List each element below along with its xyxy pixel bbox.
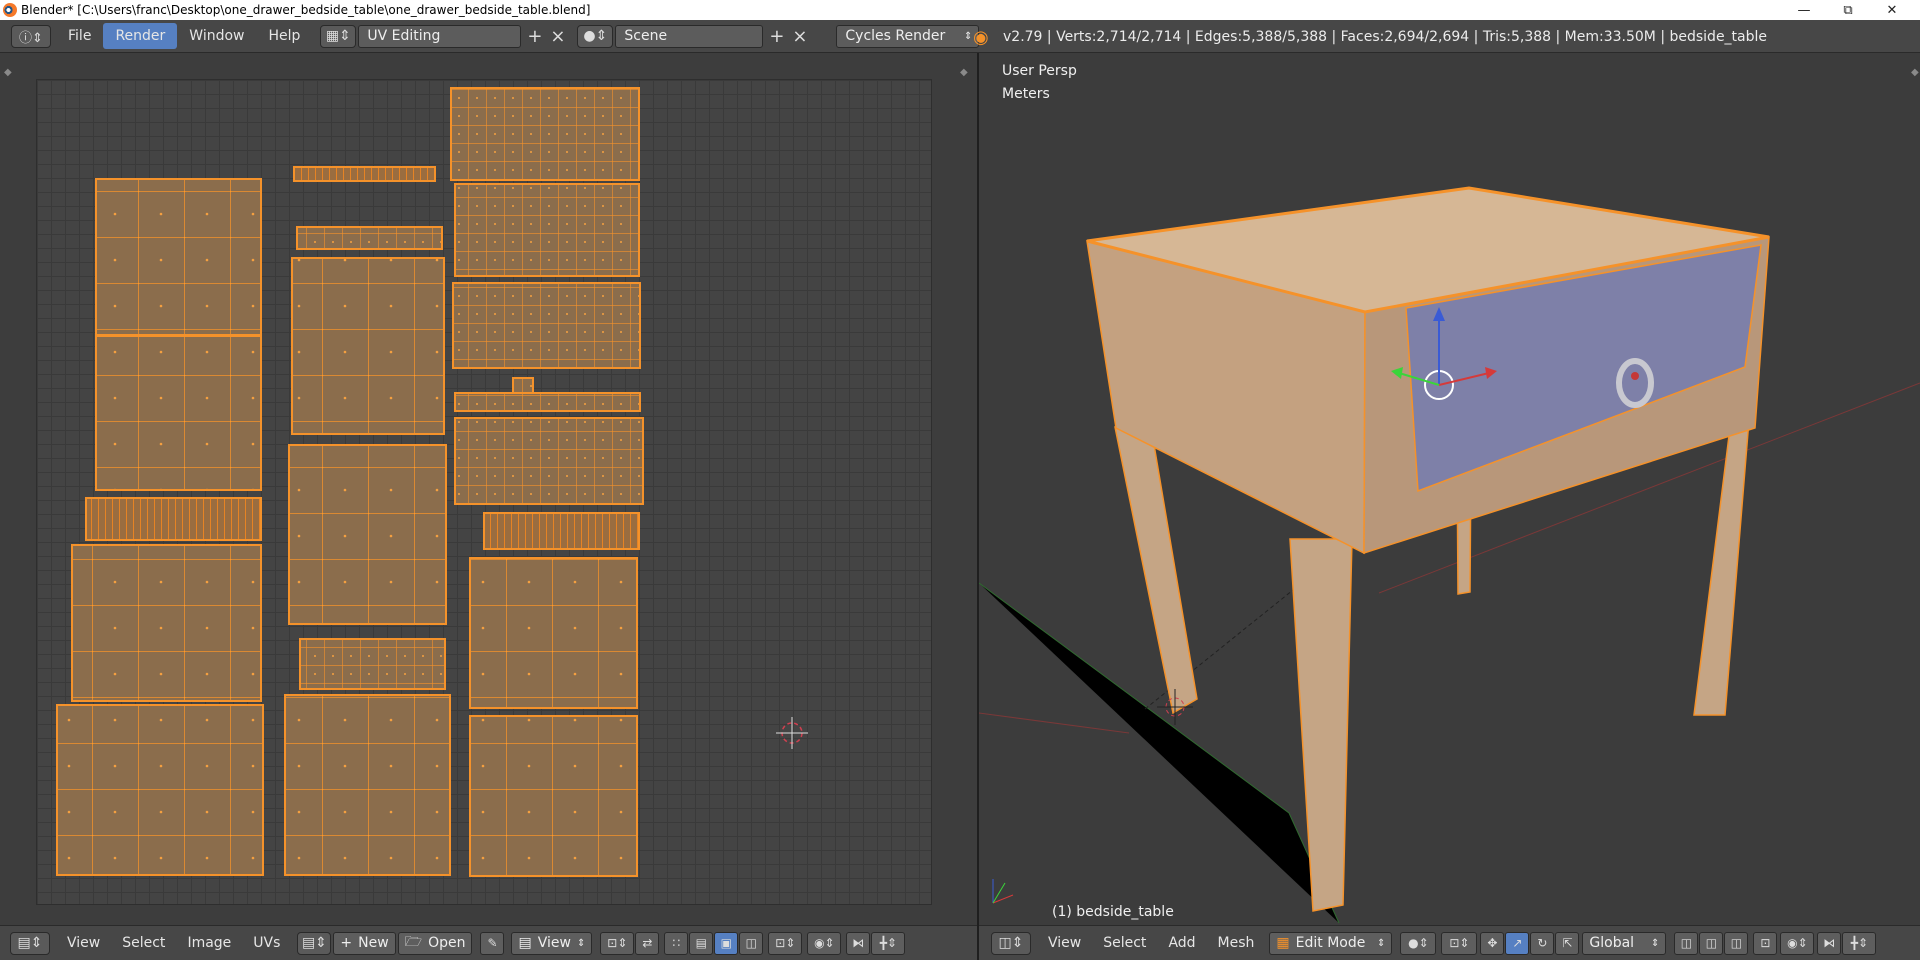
scene-field[interactable]: Scene — [615, 24, 764, 48]
viewport-menu-view[interactable]: View — [1037, 935, 1092, 951]
close-icon[interactable]: ✕ — [1872, 0, 1912, 20]
open-image-button[interactable]: 🗁 Open — [397, 931, 473, 955]
cube-icon: ◫⇕ — [998, 935, 1024, 951]
view-mode-icon: ▤ — [518, 935, 532, 951]
menu-window[interactable]: Window — [177, 20, 256, 53]
mode-value: Edit Mode — [1295, 935, 1366, 951]
2d-cursor-icon[interactable] — [776, 717, 808, 749]
dropdown-arrows-icon: ⇕ — [964, 30, 973, 42]
vertex-select-mode-icon[interactable]: ◫ — [1674, 931, 1699, 955]
screen-layout-field[interactable]: UV Editing — [358, 24, 522, 48]
uv-menu-view[interactable]: View — [56, 935, 111, 951]
view-mode-dropdown[interactable]: ▤ View ⇕ — [511, 931, 593, 955]
dropdown-arrows-icon: ⇕ — [1377, 937, 1386, 949]
dropdown-arrows-icon: ⇕ — [1651, 937, 1660, 949]
pin-icon[interactable]: ✎ — [480, 931, 505, 955]
scene-icon: ●⇕ — [583, 28, 608, 44]
add-scene-icon[interactable]: + — [765, 25, 788, 48]
uv-islands[interactable] — [0, 53, 977, 925]
active-object-label: (1) bedside_table — [1052, 904, 1174, 920]
add-screen-icon[interactable]: + — [523, 25, 546, 48]
folder-icon: 🗁 — [404, 934, 423, 950]
viewport-menu-add[interactable]: Add — [1157, 935, 1206, 951]
image-icon: ▤⇕ — [301, 935, 327, 951]
edit-mode-icon: ▦ — [1276, 935, 1290, 951]
menu-render[interactable]: Render — [103, 23, 178, 49]
snap-icon[interactable]: ⧑ — [846, 931, 871, 955]
browse-image-button[interactable]: ▤⇕ — [297, 931, 332, 955]
pivot-center-icon[interactable]: ⊡⇕ — [1441, 931, 1478, 955]
viewport-shading-icon[interactable]: ●⇕ — [1400, 931, 1437, 955]
image-editor-icon: ▤⇕ — [17, 935, 43, 951]
uv-editor-header: ▤⇕ View Select Image UVs ▤⇕ + New 🗁 Open ✎… — [0, 925, 977, 960]
vertex-select-icon[interactable]: ∷ — [664, 931, 689, 955]
remove-screen-icon[interactable]: × — [546, 25, 569, 48]
face-select-mode-icon[interactable]: ◫ — [1724, 931, 1749, 955]
render-engine-dropdown[interactable]: Cycles Render ⇕ — [836, 24, 980, 48]
blender-logo-icon — [3, 3, 17, 17]
scene-selector[interactable]: ●⇕ — [577, 24, 614, 48]
uv-editor[interactable]: ◆ ◆ — [0, 53, 977, 925]
menu-help[interactable]: Help — [256, 20, 312, 53]
minimize-icon[interactable]: — — [1784, 0, 1824, 20]
screen-layout-selector[interactable]: ▦⇕ — [320, 24, 357, 48]
edge-select-mode-icon[interactable]: ◫ — [1699, 931, 1724, 955]
dropdown-arrows-icon: ⇕ — [576, 937, 586, 949]
scene-name: Scene — [624, 28, 668, 44]
rotate-manipulator-icon[interactable]: ↻ — [1530, 931, 1555, 955]
scene-stats: v2.79 | Verts:2,714/2,714 | Edges:5,388/… — [1003, 28, 1768, 45]
open-image-label: Open — [428, 935, 466, 951]
remove-scene-icon[interactable]: × — [788, 25, 811, 48]
island-select-icon[interactable]: ◫ — [739, 931, 764, 955]
sticky-mode-icon[interactable]: ⊡⇕ — [768, 931, 803, 955]
snap-element-icon[interactable]: ╋⇕ — [871, 931, 906, 955]
editor-type-info-button[interactable]: ⓘ⇕ — [11, 24, 51, 48]
view-mode-label: View — [537, 935, 571, 951]
uv-menu-select[interactable]: Select — [111, 935, 176, 951]
transform-orientation-dropdown[interactable]: Global ⇕ — [1582, 931, 1667, 955]
window-title: Blender* [C:\Users\franc\Desktop\one_dra… — [21, 3, 591, 17]
uv-menu-image[interactable]: Image — [176, 935, 242, 951]
proportional-editing-icon[interactable]: ◉⇕ — [1780, 931, 1815, 955]
scale-manipulator-icon[interactable]: ⇱ — [1555, 931, 1580, 955]
new-image-label: New — [358, 935, 389, 951]
sync-selection-icon[interactable]: ⇄ — [635, 931, 660, 955]
axis-gizmo-icon — [992, 879, 1014, 904]
viewport-menu-mesh[interactable]: Mesh — [1207, 935, 1266, 951]
screen-layout-name: UV Editing — [367, 28, 441, 44]
uv-menu-uvs[interactable]: UVs — [242, 935, 291, 951]
orientation-value: Global — [1589, 935, 1635, 951]
viewport-menu-select[interactable]: Select — [1092, 935, 1157, 951]
table-body[interactable] — [1086, 186, 1770, 555]
title-bar: Blender* [C:\Users\franc\Desktop\one_dra… — [0, 0, 1920, 20]
new-image-button[interactable]: + New — [333, 931, 396, 955]
layout-grid-icon: ▦⇕ — [325, 28, 351, 44]
translate-manipulator-icon[interactable]: ↗ — [1505, 931, 1530, 955]
bedside-table-mesh[interactable] — [979, 53, 1920, 925]
editor-type-3d-button[interactable]: ◫⇕ — [991, 931, 1031, 955]
maximize-icon[interactable]: ⧉ — [1828, 0, 1868, 20]
limit-selection-icon[interactable]: ⊡ — [1753, 931, 1778, 955]
face-select-icon[interactable]: ▣ — [714, 931, 739, 955]
snap-target-icon[interactable]: ╋⇕ — [1842, 931, 1877, 955]
uv-island-group[interactable] — [56, 87, 644, 877]
edge-select-icon[interactable]: ▤ — [689, 931, 714, 955]
pivot-point-icon[interactable]: ⊡⇕ — [600, 931, 635, 955]
mode-dropdown[interactable]: ▦ Edit Mode ⇕ — [1269, 931, 1393, 955]
3d-viewport[interactable]: User Persp Meters ◆ (1) bedside_table — [979, 53, 1920, 925]
proportional-edit-icon[interactable]: ◉⇕ — [807, 931, 842, 955]
snapping-icon[interactable]: ⧑ — [1817, 931, 1842, 955]
plus-icon: + — [340, 935, 353, 951]
editor-type-uv-button[interactable]: ▤⇕ — [10, 931, 50, 955]
render-engine-value: Cycles Render — [845, 28, 946, 44]
viewport-header: ◫⇕ View Select Add Mesh ▦ Edit Mode ⇕ ●⇕ ⊡… — [979, 925, 1920, 960]
blender-stats-icon: ◉ — [973, 27, 989, 48]
info-icon: ⓘ⇕ — [19, 30, 43, 46]
manipulator-toggle-icon[interactable]: ✥ — [1480, 931, 1505, 955]
menu-file[interactable]: File — [56, 20, 103, 53]
